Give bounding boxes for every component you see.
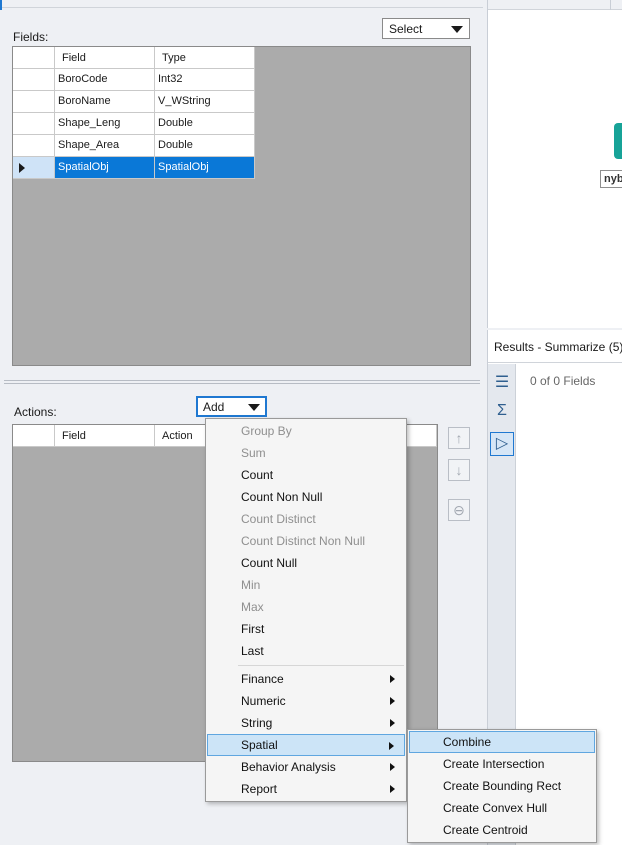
menu-item-label: Spatial — [241, 738, 278, 752]
panel-splitter[interactable] — [4, 380, 480, 384]
select-combo-label: Select — [389, 22, 423, 36]
canvas-tab-bar — [488, 0, 622, 10]
field-cell[interactable]: Shape_Leng — [55, 113, 155, 135]
menu-item-label: Numeric — [241, 694, 286, 708]
node-label: nyb — [600, 170, 622, 188]
workflow-node[interactable] — [614, 123, 622, 159]
type-cell[interactable]: Double — [155, 113, 255, 135]
type-cell[interactable]: Double — [155, 135, 255, 157]
row-header[interactable] — [13, 91, 55, 113]
menu-item-count-distinct[interactable]: Count Distinct — [207, 508, 405, 530]
results-divider — [488, 362, 622, 363]
menu-item-count-non-null[interactable]: Count Non Null — [207, 486, 405, 508]
chevron-right-icon — [390, 785, 395, 793]
menu-item-label: Report — [241, 782, 278, 796]
menu-item-group-by[interactable]: Group By — [207, 420, 405, 442]
menu-item-create-centroid[interactable]: Create Centroid — [409, 819, 595, 841]
menu-item-finance[interactable]: Finance — [207, 668, 405, 690]
chevron-down-icon — [248, 404, 260, 411]
menu-item-count[interactable]: Count — [207, 464, 405, 486]
menu-item-spatial[interactable]: Spatial — [207, 734, 405, 756]
type-cell[interactable]: SpatialObj — [155, 157, 255, 179]
row-header[interactable] — [13, 135, 55, 157]
remove-action-button[interactable]: ⊖ — [448, 499, 470, 521]
accent-bar — [0, 0, 2, 10]
row-pointer-icon — [19, 163, 25, 173]
menu-item-create-intersection[interactable]: Create Intersection — [409, 753, 595, 775]
menu-separator — [238, 665, 404, 666]
add-combo-label: Add — [203, 400, 225, 414]
fields-grid[interactable]: Field Type BoroCode Int32 BoroName V_WSt… — [12, 46, 471, 366]
select-combo[interactable]: Select — [382, 18, 470, 39]
chevron-down-icon — [451, 26, 463, 33]
sigma-icon: Σ — [497, 402, 507, 419]
menu-item-label: String — [241, 716, 273, 730]
menu-item-combine[interactable]: Combine — [409, 731, 595, 753]
summary-view-button[interactable]: Σ — [490, 400, 514, 424]
fields-count[interactable]: 0 of 0 Fields — [530, 374, 595, 388]
table-view-button[interactable]: ☰ — [490, 372, 514, 396]
move-up-button[interactable]: ↑ — [448, 427, 470, 449]
tab-separator — [610, 0, 611, 10]
column-header-field[interactable]: Field — [55, 47, 155, 69]
row-header[interactable] — [13, 157, 55, 179]
metadata-view-button[interactable]: ▷ — [490, 432, 514, 456]
field-cell[interactable]: BoroName — [55, 91, 155, 113]
field-cell[interactable]: SpatialObj — [55, 157, 155, 179]
field-cell[interactable]: Shape_Area — [55, 135, 155, 157]
fields-label: Fields: — [13, 30, 49, 44]
add-combo[interactable]: Add — [196, 396, 267, 417]
tag-icon: ▷ — [495, 435, 509, 452]
menu-item-string[interactable]: String — [207, 712, 405, 734]
minus-circle-icon: ⊖ — [453, 502, 465, 518]
row-header[interactable] — [13, 69, 55, 91]
row-header-corner — [13, 47, 55, 69]
table-view-icon: ☰ — [494, 374, 510, 391]
menu-item-min[interactable]: Min — [207, 574, 405, 596]
menu-item-create-bounding-rect[interactable]: Create Bounding Rect — [409, 775, 595, 797]
type-cell[interactable]: V_WString — [155, 91, 255, 113]
results-title: Results - Summarize (5) — [494, 340, 622, 354]
chevron-right-icon — [389, 742, 394, 750]
spatial-submenu: Combine Create Intersection Create Bound… — [407, 729, 597, 843]
column-header-field[interactable]: Field — [55, 425, 155, 447]
menu-item-max[interactable]: Max — [207, 596, 405, 618]
move-down-button[interactable]: ↓ — [448, 459, 470, 481]
add-menu: Group By Sum Count Count Non Null Count … — [205, 418, 407, 802]
arrow-up-icon: ↑ — [455, 430, 463, 446]
menu-item-first[interactable]: First — [207, 618, 405, 640]
chevron-right-icon — [390, 763, 395, 771]
workflow-canvas[interactable]: nyb — [487, 0, 622, 328]
menu-item-last[interactable]: Last — [207, 640, 405, 662]
chevron-right-icon — [390, 675, 395, 683]
arrow-down-icon: ↓ — [455, 462, 463, 478]
menu-item-label: Finance — [241, 672, 284, 686]
field-cell[interactable]: BoroCode — [55, 69, 155, 91]
menu-item-sum[interactable]: Sum — [207, 442, 405, 464]
menu-item-count-null[interactable]: Count Null — [207, 552, 405, 574]
menu-item-report[interactable]: Report — [207, 778, 405, 800]
menu-item-behavior-analysis[interactable]: Behavior Analysis — [207, 756, 405, 778]
chevron-right-icon — [390, 719, 395, 727]
type-cell[interactable]: Int32 — [155, 69, 255, 91]
actions-label: Actions: — [14, 405, 57, 419]
row-header[interactable] — [13, 113, 55, 135]
column-header-type[interactable]: Type — [155, 47, 255, 69]
menu-item-create-convex-hull[interactable]: Create Convex Hull — [409, 797, 595, 819]
top-strip — [0, 0, 483, 8]
menu-item-count-distinct-non-null[interactable]: Count Distinct Non Null — [207, 530, 405, 552]
row-header-corner — [13, 425, 55, 447]
menu-item-label: Behavior Analysis — [241, 760, 336, 774]
chevron-right-icon — [390, 697, 395, 705]
menu-item-numeric[interactable]: Numeric — [207, 690, 405, 712]
